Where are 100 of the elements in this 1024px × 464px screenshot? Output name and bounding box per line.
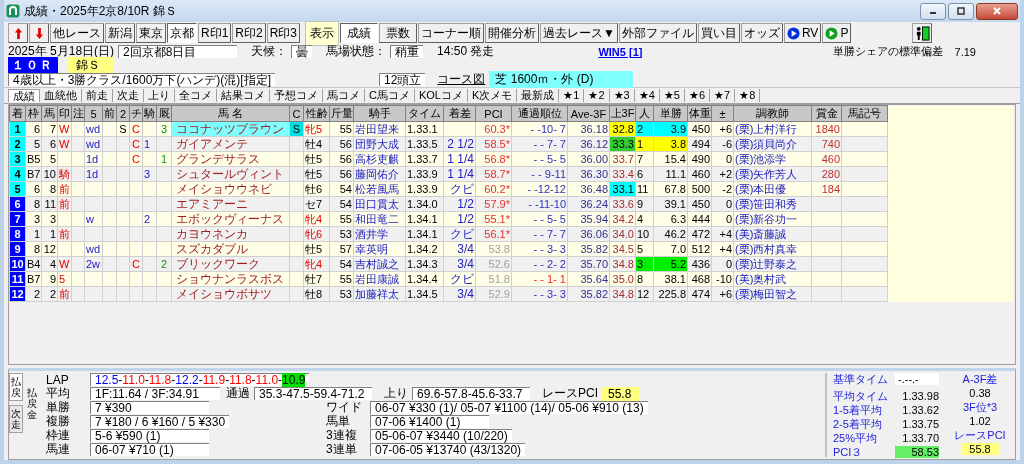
tab[interactable]: ★7 <box>710 89 736 102</box>
close-button[interactable] <box>976 2 1018 20</box>
track-field: 稍重 <box>390 45 424 58</box>
lap-time: - <box>251 373 256 387</box>
table-cell: 1 <box>25 226 42 242</box>
tab[interactable]: 予想コメ <box>270 89 323 102</box>
payout-label: 単勝 <box>45 399 71 415</box>
tab[interactable]: 次走 <box>113 89 144 102</box>
stat-label: A-3F差 <box>962 373 998 385</box>
table-cell: 前 <box>57 196 72 212</box>
column-header[interactable]: 騎手 <box>353 105 406 122</box>
side-tab[interactable]: 払戻 <box>9 373 23 401</box>
tab[interactable]: ★6 <box>684 89 711 102</box>
tab[interactable]: K次メモ <box>467 89 518 102</box>
down-arrow-button[interactable] <box>29 23 49 43</box>
play-icon <box>825 26 839 40</box>
play-button[interactable]: RV <box>783 23 822 43</box>
course-map-link[interactable]: コース図 <box>437 71 486 88</box>
runners-field: 12頭立 <box>379 73 426 86</box>
minimize-button[interactable] <box>920 2 946 20</box>
tab[interactable]: 前走 <box>82 89 113 102</box>
table-cell: 10 <box>41 166 58 182</box>
table-cell: 11 <box>41 196 58 212</box>
column-header[interactable]: 賞金 <box>811 105 842 122</box>
column-header[interactable]: タイム <box>405 105 444 122</box>
column-header[interactable]: 体重 <box>687 105 712 122</box>
start-time: 14:50 発走 <box>437 43 495 60</box>
stat-value: 1.33.70 <box>901 432 939 444</box>
venue-button[interactable]: 東京 <box>136 23 166 43</box>
payout-label: 複勝 <box>45 413 71 429</box>
column-header[interactable]: 馬 名 <box>171 105 290 122</box>
tab[interactable]: ★8 <box>735 89 761 102</box>
tool-button[interactable]: 過去レース▼ <box>540 23 618 43</box>
column-header[interactable]: ± <box>711 105 734 122</box>
stat-value: 0.38 <box>969 387 991 399</box>
column-header[interactable]: PCI <box>475 105 512 122</box>
tab[interactable]: ★4 <box>634 89 660 102</box>
column-header[interactable]: 性齢 <box>303 105 330 122</box>
table-cell: 5 <box>25 136 42 152</box>
tab[interactable]: 血統他 <box>40 89 82 102</box>
tab[interactable]: ★3 <box>609 89 635 102</box>
column-header[interactable]: 馬記号 <box>841 105 888 122</box>
tab[interactable]: KOLコメ <box>414 89 468 102</box>
venue-button[interactable]: 新潟 <box>105 23 135 43</box>
column-header[interactable]: 厩 <box>156 105 172 122</box>
payout-field: 07-06 ¥1400 (1) <box>370 415 489 428</box>
share-value: 7.19 <box>954 45 976 58</box>
maximize-button[interactable] <box>948 2 974 20</box>
mark-button[interactable]: R印3 <box>266 23 301 43</box>
lap-time: - <box>144 373 149 387</box>
column-header[interactable]: 単勝 <box>653 105 688 122</box>
horseshoe-icon <box>6 4 20 18</box>
tab[interactable]: 馬コメ <box>323 89 365 102</box>
tool-button[interactable]: コーナー順 <box>418 23 485 43</box>
payout-label: 枠連 <box>45 427 71 443</box>
other-race-button[interactable]: 他レース <box>50 23 104 43</box>
share-label: 単勝シェアの標準偏差 <box>832 44 943 59</box>
tab[interactable]: 結果コメ <box>217 89 270 102</box>
column-header[interactable]: Ave-3F <box>567 105 610 122</box>
column-header[interactable]: 上3F <box>609 105 636 122</box>
tab[interactable]: ★5 <box>659 89 685 102</box>
tab[interactable]: 全コメ <box>175 89 217 102</box>
stat-value: -.--.- <box>895 373 939 385</box>
mark-button[interactable]: R印1 <box>198 23 232 43</box>
column-header[interactable]: 2 <box>116 105 130 122</box>
payout-label: ワイド <box>325 399 363 415</box>
tool-button[interactable]: 開催分析 <box>485 23 540 43</box>
panel-label: 払戻金 <box>27 387 38 422</box>
up-arrow-button[interactable] <box>8 23 28 43</box>
up-arrow-icon <box>13 26 23 40</box>
column-header[interactable]: 調教師 <box>733 105 812 122</box>
mark-button[interactable]: R印2 <box>232 23 266 43</box>
stat-label: 1-5着平均 <box>833 404 883 416</box>
tab[interactable]: 成績 <box>8 89 40 102</box>
tab[interactable]: 上り <box>144 89 175 102</box>
column-header[interactable]: 斤量 <box>329 105 354 122</box>
last-label: 上り <box>384 385 408 402</box>
play-icon <box>786 26 800 40</box>
tab[interactable]: ★1 <box>559 89 585 102</box>
stat-label: PCI３ <box>833 446 864 458</box>
last-field: 69.6-57.8-45.6-33.7 <box>412 387 530 400</box>
view-button[interactable]: 成績 <box>340 23 379 43</box>
venue-button[interactable]: 京都 <box>167 23 197 43</box>
column-header[interactable]: 通過順位 <box>511 105 568 122</box>
play-button[interactable]: P <box>822 23 852 43</box>
tab[interactable]: ★2 <box>584 89 610 102</box>
exit-button[interactable] <box>912 23 933 43</box>
column-header[interactable]: 着 <box>9 105 26 122</box>
tool-button[interactable]: 外部ファイル <box>618 23 697 43</box>
column-header[interactable]: 着差 <box>443 105 476 122</box>
side-tab[interactable]: 次走 <box>9 405 23 433</box>
payout-label: 3連複 <box>325 427 358 443</box>
race-pci-field: 55.8 <box>602 386 640 401</box>
lap-time: 11.0 <box>255 373 279 387</box>
tab[interactable]: 最新成 <box>517 89 560 102</box>
tool-button[interactable]: 買い目 <box>697 23 740 43</box>
win5-link[interactable]: WIN5 [1] <box>598 45 643 58</box>
view-button[interactable]: 票数 <box>379 23 418 43</box>
tab[interactable]: C馬コメ <box>365 89 415 102</box>
tool-button[interactable]: オッズ <box>740 23 783 43</box>
